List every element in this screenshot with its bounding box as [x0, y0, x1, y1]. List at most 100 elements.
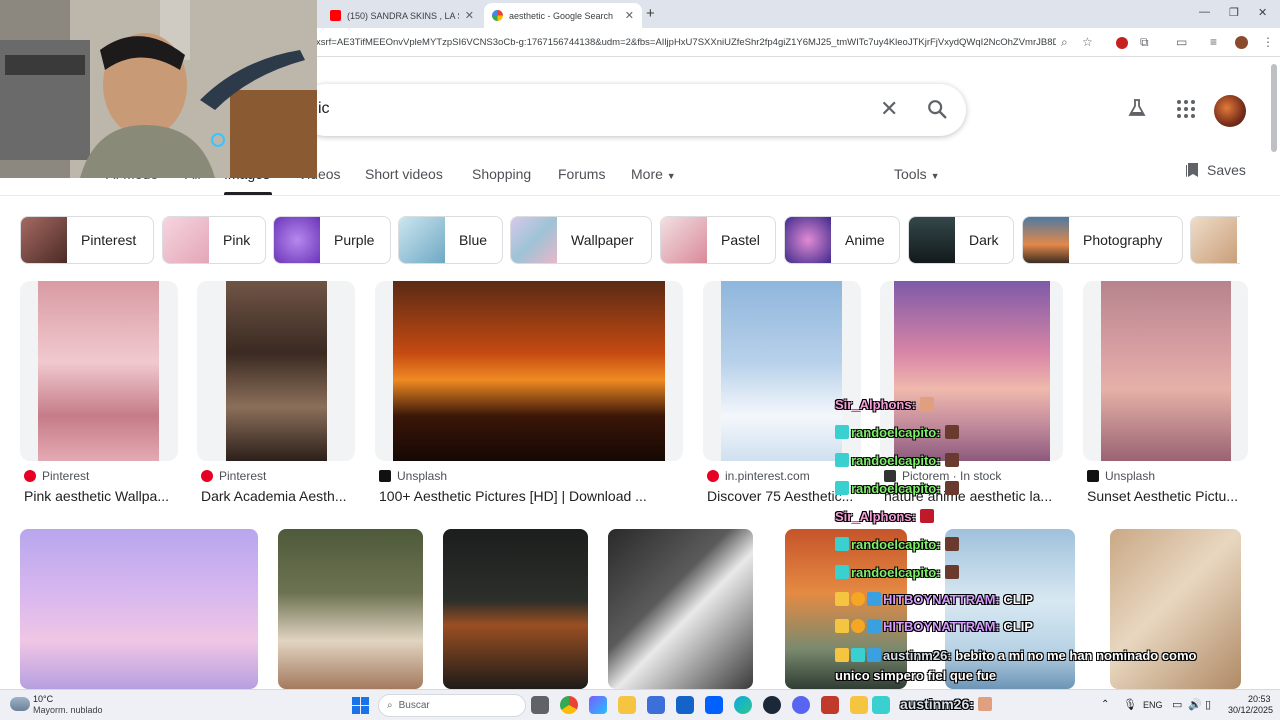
extension-icon[interactable]: [1116, 37, 1128, 49]
result-image[interactable]: [278, 529, 423, 689]
tray-overflow-icon[interactable]: ⌃: [1101, 699, 1109, 710]
steam-icon[interactable]: [763, 696, 781, 714]
media-icon[interactable]: ≡: [1210, 35, 1217, 49]
badge-icon: [851, 619, 865, 633]
result-source[interactable]: in.pinterest.com: [707, 469, 810, 483]
result-image[interactable]: [785, 529, 907, 689]
result-title[interactable]: Sunset Aesthetic Pictu...: [1087, 488, 1252, 504]
account-avatar[interactable]: [1214, 95, 1246, 127]
clear-search-icon[interactable]: ✕: [880, 96, 898, 122]
chip-blue[interactable]: Blue: [398, 216, 503, 264]
chip-more[interactable]: [1190, 216, 1240, 264]
nav-forums[interactable]: Forums: [558, 166, 605, 182]
result-source[interactable]: Unsplash: [379, 469, 447, 483]
chip-pink[interactable]: Pink: [162, 216, 266, 264]
bookmark-star-icon[interactable]: ☆: [1082, 35, 1093, 49]
nav-shopping[interactable]: Shopping: [472, 166, 531, 182]
browser-profile-icon[interactable]: [1235, 36, 1248, 49]
nav-short-videos[interactable]: Short videos: [365, 166, 443, 182]
tab-google-search[interactable]: aesthetic - Google Search ✕: [484, 3, 642, 28]
store-icon[interactable]: [647, 696, 665, 714]
app-icon[interactable]: [821, 696, 839, 714]
weather-desc[interactable]: Mayorm. nublado: [33, 705, 103, 715]
chip-wallpaper[interactable]: Wallpaper: [510, 216, 652, 264]
chat-username: Sir_Alphons:: [835, 397, 916, 412]
result-image[interactable]: [443, 529, 588, 689]
result-image[interactable]: [1110, 529, 1241, 689]
app-icon[interactable]: [872, 696, 890, 714]
search-input[interactable]: ic: [318, 100, 330, 118]
dropbox-icon[interactable]: [705, 696, 723, 714]
microphone-icon[interactable]: 🎙: [1123, 698, 1137, 711]
result-title[interactable]: Pink aesthetic Wallpa...: [24, 488, 184, 504]
chip-label: Anime: [845, 232, 885, 248]
language-indicator[interactable]: ENG: [1143, 700, 1163, 710]
taskbar-search-placeholder: Buscar: [398, 700, 430, 711]
google-apps-icon[interactable]: [1176, 99, 1196, 124]
chip-thumbnail: [21, 217, 67, 263]
chrome-icon[interactable]: [560, 696, 578, 714]
saves-label: Saves: [1207, 162, 1246, 178]
new-tab-icon[interactable]: +: [646, 5, 655, 22]
file-explorer-icon[interactable]: [618, 696, 636, 714]
chip-anime[interactable]: Anime: [784, 216, 900, 264]
result-image[interactable]: [38, 281, 159, 461]
maximize-icon[interactable]: ❐: [1229, 6, 1239, 19]
mail-icon[interactable]: [676, 696, 694, 714]
result-image[interactable]: [721, 281, 842, 461]
result-image[interactable]: [20, 529, 258, 689]
copilot-icon[interactable]: [589, 696, 607, 714]
volume-icon[interactable]: 🔊: [1188, 698, 1202, 711]
result-title[interactable]: 100+ Aesthetic Pictures [HD] | Download …: [379, 488, 679, 504]
saves-button[interactable]: Saves: [1185, 162, 1246, 178]
nav-more[interactable]: More ▼: [631, 166, 676, 182]
chip-purple[interactable]: Purple: [273, 216, 391, 264]
network-icon[interactable]: ▭: [1172, 698, 1182, 711]
chat-message: randoelcapito:: [835, 453, 959, 468]
battery-icon[interactable]: ▯: [1205, 698, 1211, 711]
zoom-icon[interactable]: ⌕: [1061, 35, 1068, 50]
labs-flask-icon[interactable]: [1127, 98, 1147, 123]
result-image[interactable]: [226, 281, 327, 461]
windows-start-icon[interactable]: [352, 697, 369, 719]
result-source[interactable]: Unsplash: [1087, 469, 1155, 483]
chip-pinterest[interactable]: Pinterest: [20, 216, 154, 264]
clock-date[interactable]: 30/12/2025: [1228, 705, 1273, 715]
chip-label: Blue: [459, 232, 488, 248]
crown-badge-icon: [835, 648, 849, 662]
search-icon[interactable]: [926, 98, 948, 125]
cast-icon[interactable]: ▭: [1176, 35, 1187, 49]
browser-menu-icon[interactable]: ⋮: [1262, 35, 1274, 49]
address-bar[interactable]: xsrf=AE3TifMEEOnvVpleMYTzpSI6VCNS3oCb-g:…: [316, 37, 1056, 48]
tab-youtube[interactable]: (150) SANDRA SKINS , LA STRE ✕: [322, 3, 482, 28]
result-image[interactable]: [393, 281, 665, 461]
weather-temp[interactable]: 10°C: [33, 694, 53, 704]
edge-icon[interactable]: [734, 696, 752, 714]
close-window-icon[interactable]: ✕: [1258, 6, 1267, 19]
result-source[interactable]: Pinterest: [201, 469, 266, 483]
result-source[interactable]: Pinterest: [24, 469, 89, 483]
taskbar-search[interactable]: ⌕ Buscar: [378, 694, 526, 717]
page-scrollbar[interactable]: [1271, 64, 1277, 152]
saves-bookmark-icon: [1186, 163, 1198, 177]
discord-icon[interactable]: [792, 696, 810, 714]
result-title[interactable]: Dark Academia Aesth...: [201, 488, 361, 504]
chip-photography[interactable]: Photography: [1022, 216, 1183, 264]
search-box[interactable]: ic ✕: [300, 84, 966, 136]
close-tab-icon[interactable]: ✕: [625, 9, 634, 22]
minimize-icon[interactable]: —: [1199, 6, 1210, 18]
clock-time[interactable]: 20:53: [1248, 694, 1271, 704]
result-image[interactable]: [608, 529, 753, 689]
tools-button[interactable]: Tools ▼: [894, 166, 940, 182]
close-tab-icon[interactable]: ✕: [465, 9, 474, 22]
result-image[interactable]: [945, 529, 1075, 689]
app-icon[interactable]: [850, 696, 868, 714]
chat-message: randoelcapito:: [835, 537, 959, 552]
extensions-puzzle-icon[interactable]: ⧉: [1140, 35, 1149, 50]
result-source-label: Unsplash: [1105, 469, 1156, 483]
task-view-icon[interactable]: [531, 696, 549, 714]
chip-dark[interactable]: Dark: [908, 216, 1014, 264]
chip-thumbnail: [1191, 217, 1237, 263]
result-image[interactable]: [1101, 281, 1231, 461]
chip-pastel[interactable]: Pastel: [660, 216, 776, 264]
